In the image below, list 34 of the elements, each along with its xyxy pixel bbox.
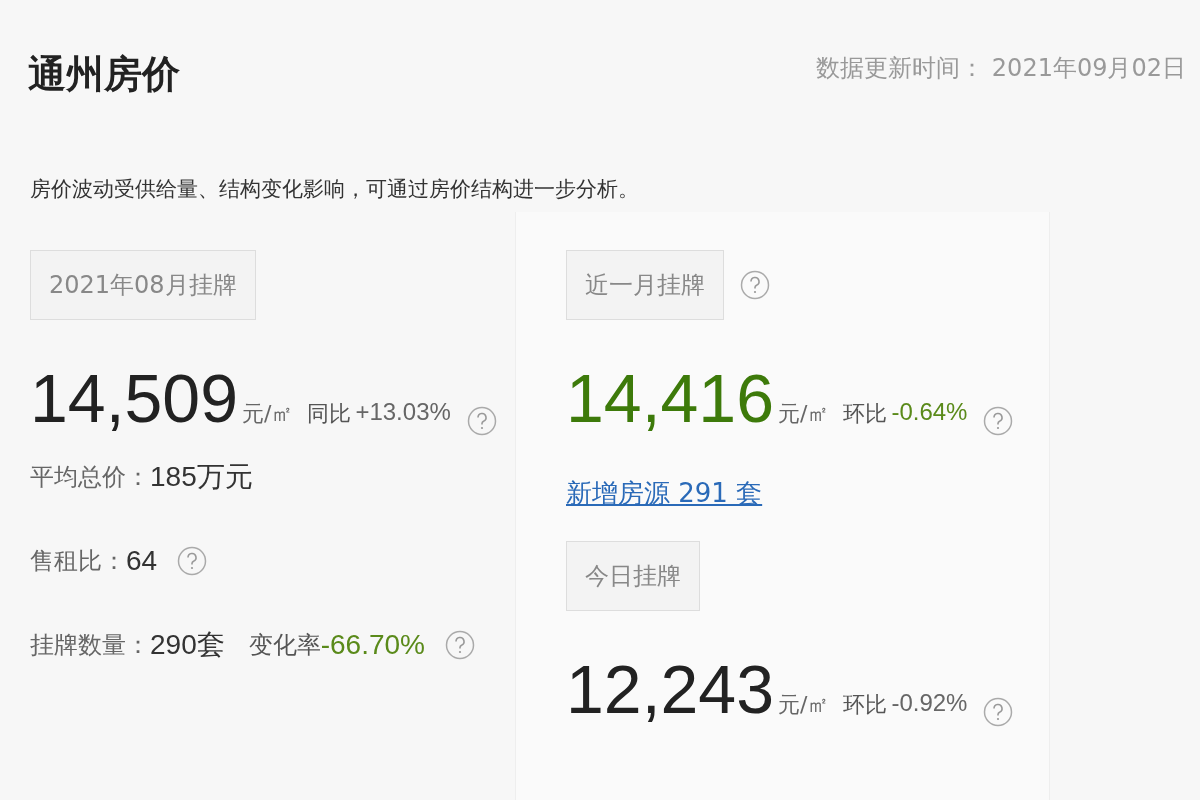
change-value: -66.70%	[320, 628, 425, 662]
description-text: 房价波动受供给量、结构变化影响，可通过房价结构进一步分析。	[30, 176, 639, 203]
price-unit: 元/㎡	[778, 691, 830, 719]
period-tab[interactable]: 2021年08月挂牌	[30, 250, 256, 320]
update-label: 数据更新时间：	[815, 53, 984, 84]
stat-label: 售租比：	[30, 546, 126, 577]
stat-value: 185万元	[150, 460, 253, 494]
page-title: 通州房价	[28, 51, 180, 98]
stat-value: 64	[126, 544, 158, 578]
stat-label: 挂牌数量：	[30, 630, 150, 661]
help-icon[interactable]	[445, 630, 475, 660]
new-listings-link[interactable]: 新增房源 291 套	[566, 474, 763, 513]
change-label: 环比	[843, 400, 888, 428]
price-unit: 元/㎡	[242, 400, 294, 428]
change-value: +13.03%	[355, 397, 451, 427]
help-icon[interactable]	[177, 546, 208, 576]
help-icon[interactable]	[740, 270, 770, 300]
update-date: 2021年09月02日	[991, 53, 1186, 84]
change-value: -0.92%	[891, 688, 968, 718]
change-label: 同比	[307, 400, 352, 428]
help-icon[interactable]	[983, 697, 1014, 727]
help-icon[interactable]	[466, 406, 497, 436]
price-value: 12,243	[566, 655, 774, 723]
help-icon[interactable]	[983, 406, 1014, 436]
stat-label: 变化率	[248, 630, 321, 661]
change-label: 环比	[843, 691, 888, 719]
price-value: 14,509	[30, 364, 238, 432]
stat-value: 290套	[150, 628, 225, 662]
price-unit: 元/㎡	[778, 400, 830, 428]
price-value: 14,416	[566, 364, 774, 432]
stat-label: 平均总价：	[30, 462, 150, 493]
period-tab[interactable]: 今日挂牌	[566, 541, 700, 611]
period-tab[interactable]: 近一月挂牌	[566, 250, 724, 320]
change-value: -0.64%	[891, 397, 968, 427]
